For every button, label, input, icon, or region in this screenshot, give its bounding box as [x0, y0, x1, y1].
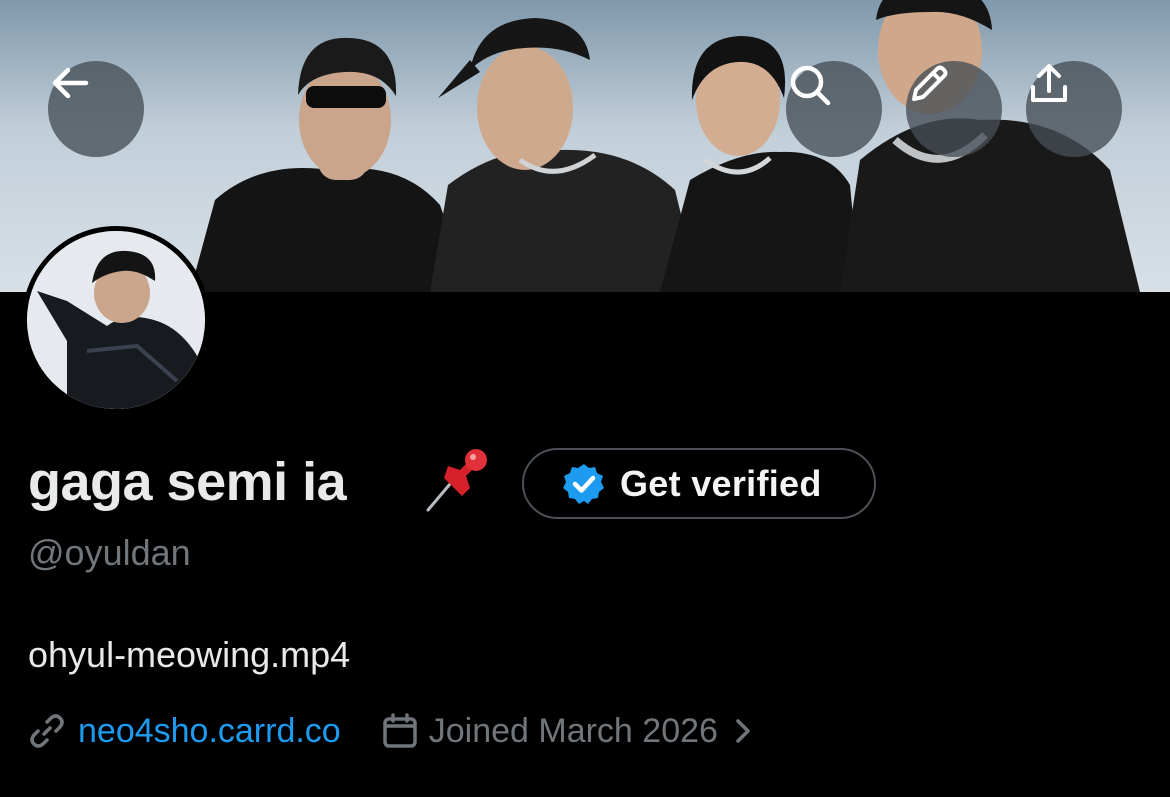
- joined-date: Joined March 2026: [428, 711, 718, 750]
- pencil-icon: [912, 65, 948, 101]
- avatar-image: [27, 231, 205, 409]
- profile-meta: neo4sho.carrd.co Joined March 2026: [28, 707, 756, 755]
- profile-page: gaga semi ia Get verified @oyuldan ohyul…: [0, 0, 1170, 797]
- avatar[interactable]: [22, 226, 210, 414]
- share-icon: [1031, 64, 1067, 102]
- pushpin-icon: [426, 449, 487, 512]
- get-verified-button[interactable]: Get verified: [522, 448, 876, 519]
- back-arrow-icon: [52, 67, 89, 99]
- link-icon: [30, 714, 64, 748]
- calendar-icon: [382, 713, 417, 748]
- chevron-right-icon[interactable]: [730, 716, 756, 746]
- display-name: gaga semi ia: [28, 452, 347, 512]
- username-handle: @oyuldan: [28, 532, 191, 573]
- search-icon: [790, 65, 831, 106]
- avatar-photo: [27, 231, 205, 409]
- back-button[interactable]: [48, 61, 144, 157]
- share-button[interactable]: [1026, 61, 1122, 157]
- profile-website-link[interactable]: neo4sho.carrd.co: [78, 712, 341, 751]
- verified-badge-icon: [563, 463, 604, 504]
- search-button[interactable]: [786, 61, 882, 157]
- bio-text: ohyul-meowing.mp4: [28, 634, 351, 675]
- edit-profile-button[interactable]: [906, 61, 1002, 157]
- get-verified-label: Get verified: [620, 462, 822, 504]
